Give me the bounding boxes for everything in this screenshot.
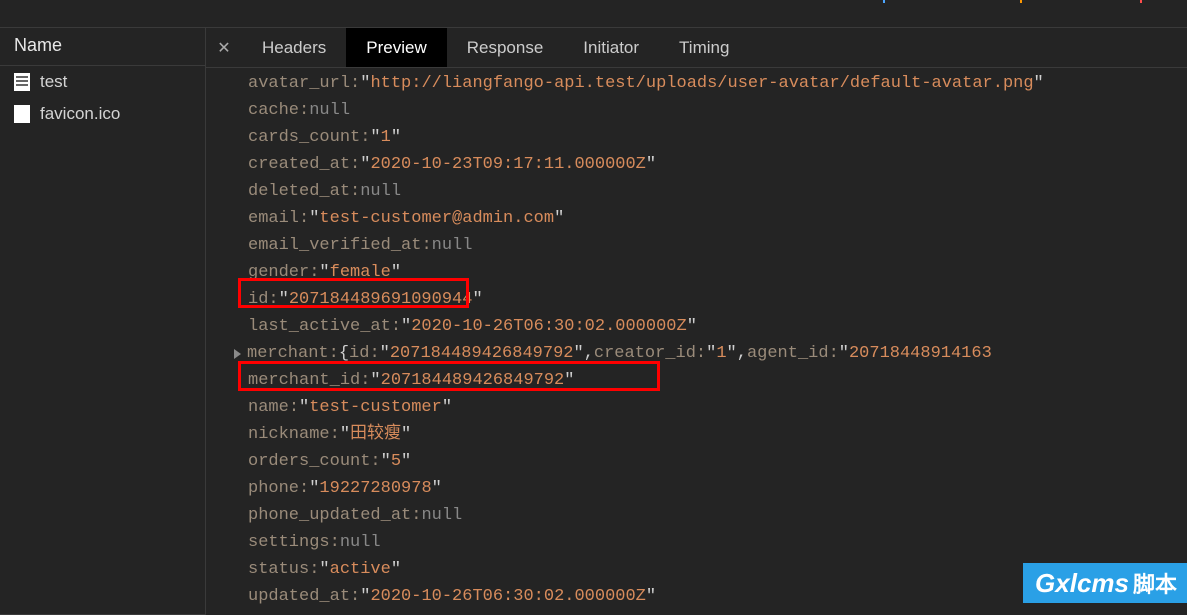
json-value: 1 — [716, 340, 726, 367]
json-key: email_verified_at — [248, 232, 421, 259]
marker-orange — [1020, 0, 1022, 3]
json-value: 田较瘦 — [350, 421, 401, 448]
request-label: favicon.ico — [40, 104, 120, 124]
json-value: null — [360, 178, 401, 205]
tab-preview[interactable]: Preview — [346, 28, 446, 67]
close-icon[interactable]: ✕ — [206, 38, 242, 58]
json-value: 20718448914163 — [849, 340, 992, 367]
json-value: active — [330, 556, 391, 583]
json-key: settings — [248, 529, 330, 556]
watermark-suffix: 脚本 — [1133, 572, 1177, 597]
json-value: test-customer — [309, 394, 442, 421]
json-key: email — [248, 205, 299, 232]
tab-headers[interactable]: Headers — [242, 28, 346, 67]
json-key: creator_id — [594, 340, 696, 367]
network-sidebar: Name test favicon.ico — [0, 28, 206, 615]
json-key: status — [248, 556, 309, 583]
json-key: id — [248, 286, 268, 313]
json-value: 19227280978 — [319, 475, 431, 502]
watermark-brand: Gxlcms — [1035, 568, 1129, 598]
json-value: 207184489426849792 — [390, 340, 574, 367]
json-key: phone — [248, 475, 299, 502]
json-key: deleted_at — [248, 178, 350, 205]
json-key: gender — [248, 259, 309, 286]
tab-initiator[interactable]: Initiator — [563, 28, 659, 67]
json-value: 1 — [381, 124, 391, 151]
json-value: null — [421, 502, 462, 529]
json-key: orders_count — [248, 448, 370, 475]
expand-icon[interactable] — [234, 349, 241, 359]
request-item-favicon[interactable]: favicon.ico — [0, 98, 205, 130]
json-key: cache — [248, 97, 299, 124]
json-value: test-customer@admin.com — [319, 205, 554, 232]
request-item-test[interactable]: test — [0, 66, 205, 98]
json-key: id — [349, 340, 369, 367]
json-key: agent_id — [747, 340, 829, 367]
json-value: female — [330, 259, 391, 286]
json-value: 207184489426849792 — [381, 367, 565, 394]
json-preview[interactable]: avatar_url: "http://liangfango-api.test/… — [206, 68, 1187, 615]
json-key: created_at — [248, 151, 350, 178]
watermark: Gxlcms脚本 — [1023, 563, 1187, 603]
document-icon — [14, 73, 30, 91]
json-key: merchant_id — [248, 367, 360, 394]
json-value: 2020-10-23T09:17:11.000000Z — [370, 151, 645, 178]
json-value: null — [309, 97, 350, 124]
detail-tabs: ✕ Headers Preview Response Initiator Tim… — [206, 28, 1187, 68]
top-strip — [0, 0, 1187, 28]
json-value: null — [340, 529, 381, 556]
json-key: updated_at — [248, 583, 350, 610]
tab-timing[interactable]: Timing — [659, 28, 749, 67]
json-key: name — [248, 394, 289, 421]
json-key: nickname — [248, 421, 330, 448]
json-value: 2020-10-26T06:30:02.000000Z — [411, 313, 686, 340]
json-key: merchant — [247, 340, 329, 367]
json-value: 5 — [391, 448, 401, 475]
json-key: last_active_at — [248, 313, 391, 340]
json-key: avatar_url — [248, 70, 350, 97]
sidebar-header[interactable]: Name — [0, 28, 205, 66]
request-label: test — [40, 72, 67, 92]
marker-blue — [883, 0, 885, 3]
json-key: phone_updated_at — [248, 502, 411, 529]
json-value: 207184489691090944 — [289, 286, 473, 313]
file-icon — [14, 105, 30, 123]
json-value: null — [432, 232, 473, 259]
json-key: cards_count — [248, 124, 360, 151]
marker-red — [1140, 0, 1142, 3]
tab-response[interactable]: Response — [447, 28, 564, 67]
json-value: 2020-10-26T06:30:02.000000Z — [370, 583, 645, 610]
json-value: http://liangfango-api.test/uploads/user-… — [370, 70, 1033, 97]
